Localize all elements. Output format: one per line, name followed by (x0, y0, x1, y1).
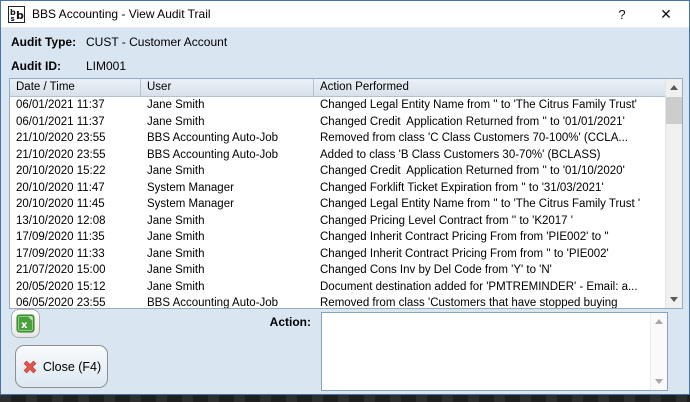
audit-trail-dialog: b s b BBS Accounting - View Audit Trail … (0, 0, 690, 395)
close-f4-button[interactable]: Close (F4) (15, 345, 108, 388)
cell-datetime: 17/09/2020 11:33 (10, 248, 141, 260)
cell-action: Removed from class 'C Class Customers 70… (314, 132, 665, 144)
table-row[interactable]: 20/10/2020 11:45 System Manager Changed … (10, 196, 665, 213)
export-to-excel-button[interactable]: x (11, 309, 40, 338)
action-scrollbar[interactable] (650, 313, 667, 390)
table-row[interactable]: 06/01/2021 11:37 Jane Smith Changed Cred… (10, 114, 665, 131)
cell-datetime: 06/05/2020 23:55 (10, 297, 141, 308)
scroll-up-icon[interactable] (651, 313, 667, 330)
bbs-logo-icon: b s b (8, 6, 25, 23)
cell-user: Jane Smith (141, 99, 314, 111)
svg-text:s: s (11, 15, 15, 23)
cell-action: Changed Legal Entity Name from '' to 'Th… (314, 198, 665, 210)
cell-action: Changed Cons Inv by Del Code from 'Y' to… (314, 264, 665, 276)
table-row[interactable]: 21/10/2020 23:55 BBS Accounting Auto-Job… (10, 147, 665, 164)
column-header-action[interactable]: Action Performed (314, 79, 665, 96)
cell-datetime: 06/01/2021 11:37 (10, 99, 141, 111)
audit-id-value: LIM001 (86, 59, 126, 73)
cell-action: Changed Inherit Contract Pricing From fr… (314, 231, 665, 243)
action-textarea[interactable] (322, 313, 650, 390)
cell-action: Document destination added for 'PMTREMIN… (314, 281, 665, 293)
cell-user: BBS Accounting Auto-Job (141, 149, 314, 161)
svg-text:x: x (21, 320, 28, 331)
cell-datetime: 20/10/2020 11:45 (10, 198, 141, 210)
table-row[interactable]: 13/10/2020 12:08 Jane Smith Changed Pric… (10, 213, 665, 230)
cell-user: System Manager (141, 182, 314, 194)
audit-trail-table: Date / Time User Action Performed 06/01/… (9, 78, 683, 309)
cell-action: Changed Inherit Contract Pricing From fr… (314, 248, 665, 260)
audit-type-value: CUST - Customer Account (86, 35, 227, 49)
table-row[interactable]: 20/10/2020 11:47 System Manager Changed … (10, 180, 665, 197)
cell-user: Jane Smith (141, 264, 314, 276)
help-button[interactable]: ? (601, 1, 643, 27)
cell-user: Jane Smith (141, 116, 314, 128)
column-header-user[interactable]: User (141, 79, 314, 96)
cell-datetime: 20/05/2020 15:12 (10, 281, 141, 293)
table-row[interactable]: 21/07/2020 15:00 Jane Smith Changed Cons… (10, 262, 665, 279)
scroll-up-icon[interactable] (666, 79, 682, 96)
cell-action: Changed Forklift Ticket Expiration from … (314, 182, 665, 194)
scroll-down-icon[interactable] (666, 291, 682, 308)
cell-datetime: 21/10/2020 23:55 (10, 149, 141, 161)
table-body: 06/01/2021 11:37 Jane Smith Changed Lega… (10, 97, 665, 308)
cell-action: Changed Legal Entity Name from '' to 'Th… (314, 99, 665, 111)
audit-id-label: Audit ID: (11, 59, 61, 73)
background-taskbar-strip (0, 395, 690, 402)
table-row[interactable]: 06/05/2020 23:55 BBS Accounting Auto-Job… (10, 295, 665, 308)
window-title: BBS Accounting - View Audit Trail (32, 7, 601, 21)
column-header-datetime[interactable]: Date / Time (10, 79, 141, 96)
cell-datetime: 20/10/2020 15:22 (10, 165, 141, 177)
close-button-label: Close (F4) (43, 360, 101, 374)
table-content: Date / Time User Action Performed 06/01/… (10, 79, 665, 308)
table-row[interactable]: 20/10/2020 15:22 Jane Smith Changed Cred… (10, 163, 665, 180)
cell-action: Added to class 'B Class Customers 30-70%… (314, 149, 665, 161)
cell-datetime: 21/10/2020 23:55 (10, 132, 141, 144)
cell-user: BBS Accounting Auto-Job (141, 132, 314, 144)
cell-datetime: 13/10/2020 12:08 (10, 215, 141, 227)
audit-type-label: Audit Type: (11, 35, 76, 49)
table-header-row: Date / Time User Action Performed (10, 79, 665, 97)
action-label: Action: (201, 315, 311, 329)
table-row[interactable]: 17/09/2020 11:33 Jane Smith Changed Inhe… (10, 246, 665, 263)
cell-action: Removed from class 'Customers that have … (314, 297, 665, 308)
cell-user: Jane Smith (141, 281, 314, 293)
cell-user: Jane Smith (141, 231, 314, 243)
cell-datetime: 06/01/2021 11:37 (10, 116, 141, 128)
cell-action: Changed Pricing Level Contract from '' t… (314, 215, 665, 227)
table-row[interactable]: 06/01/2021 11:37 Jane Smith Changed Lega… (10, 97, 665, 114)
table-row[interactable]: 20/05/2020 15:12 Jane Smith Document des… (10, 279, 665, 296)
cell-datetime: 20/10/2020 11:47 (10, 182, 141, 194)
red-x-icon (22, 359, 38, 375)
scrollbar-thumb[interactable] (666, 97, 682, 124)
title-bar: b s b BBS Accounting - View Audit Trail … (1, 1, 689, 28)
table-row[interactable]: 17/09/2020 11:35 Jane Smith Changed Inhe… (10, 229, 665, 246)
scroll-down-icon[interactable] (651, 373, 667, 390)
cell-datetime: 21/07/2020 15:00 (10, 264, 141, 276)
cell-user: Jane Smith (141, 165, 314, 177)
cell-datetime: 17/09/2020 11:35 (10, 231, 141, 243)
cell-action: Changed Credit Application Returned from… (314, 116, 665, 128)
table-row[interactable]: 21/10/2020 23:55 BBS Accounting Auto-Job… (10, 130, 665, 147)
svg-text:b: b (16, 9, 24, 22)
excel-export-icon: x (16, 314, 35, 333)
cell-user: Jane Smith (141, 248, 314, 260)
screen: b s b BBS Accounting - View Audit Trail … (0, 0, 690, 402)
cell-user: BBS Accounting Auto-Job (141, 297, 314, 308)
table-vertical-scrollbar[interactable] (665, 79, 682, 308)
cell-user: System Manager (141, 198, 314, 210)
cell-action: Changed Credit Application Returned from… (314, 165, 665, 177)
action-detail-box (321, 312, 668, 391)
window-close-button[interactable]: ✕ (643, 1, 689, 27)
cell-user: Jane Smith (141, 215, 314, 227)
